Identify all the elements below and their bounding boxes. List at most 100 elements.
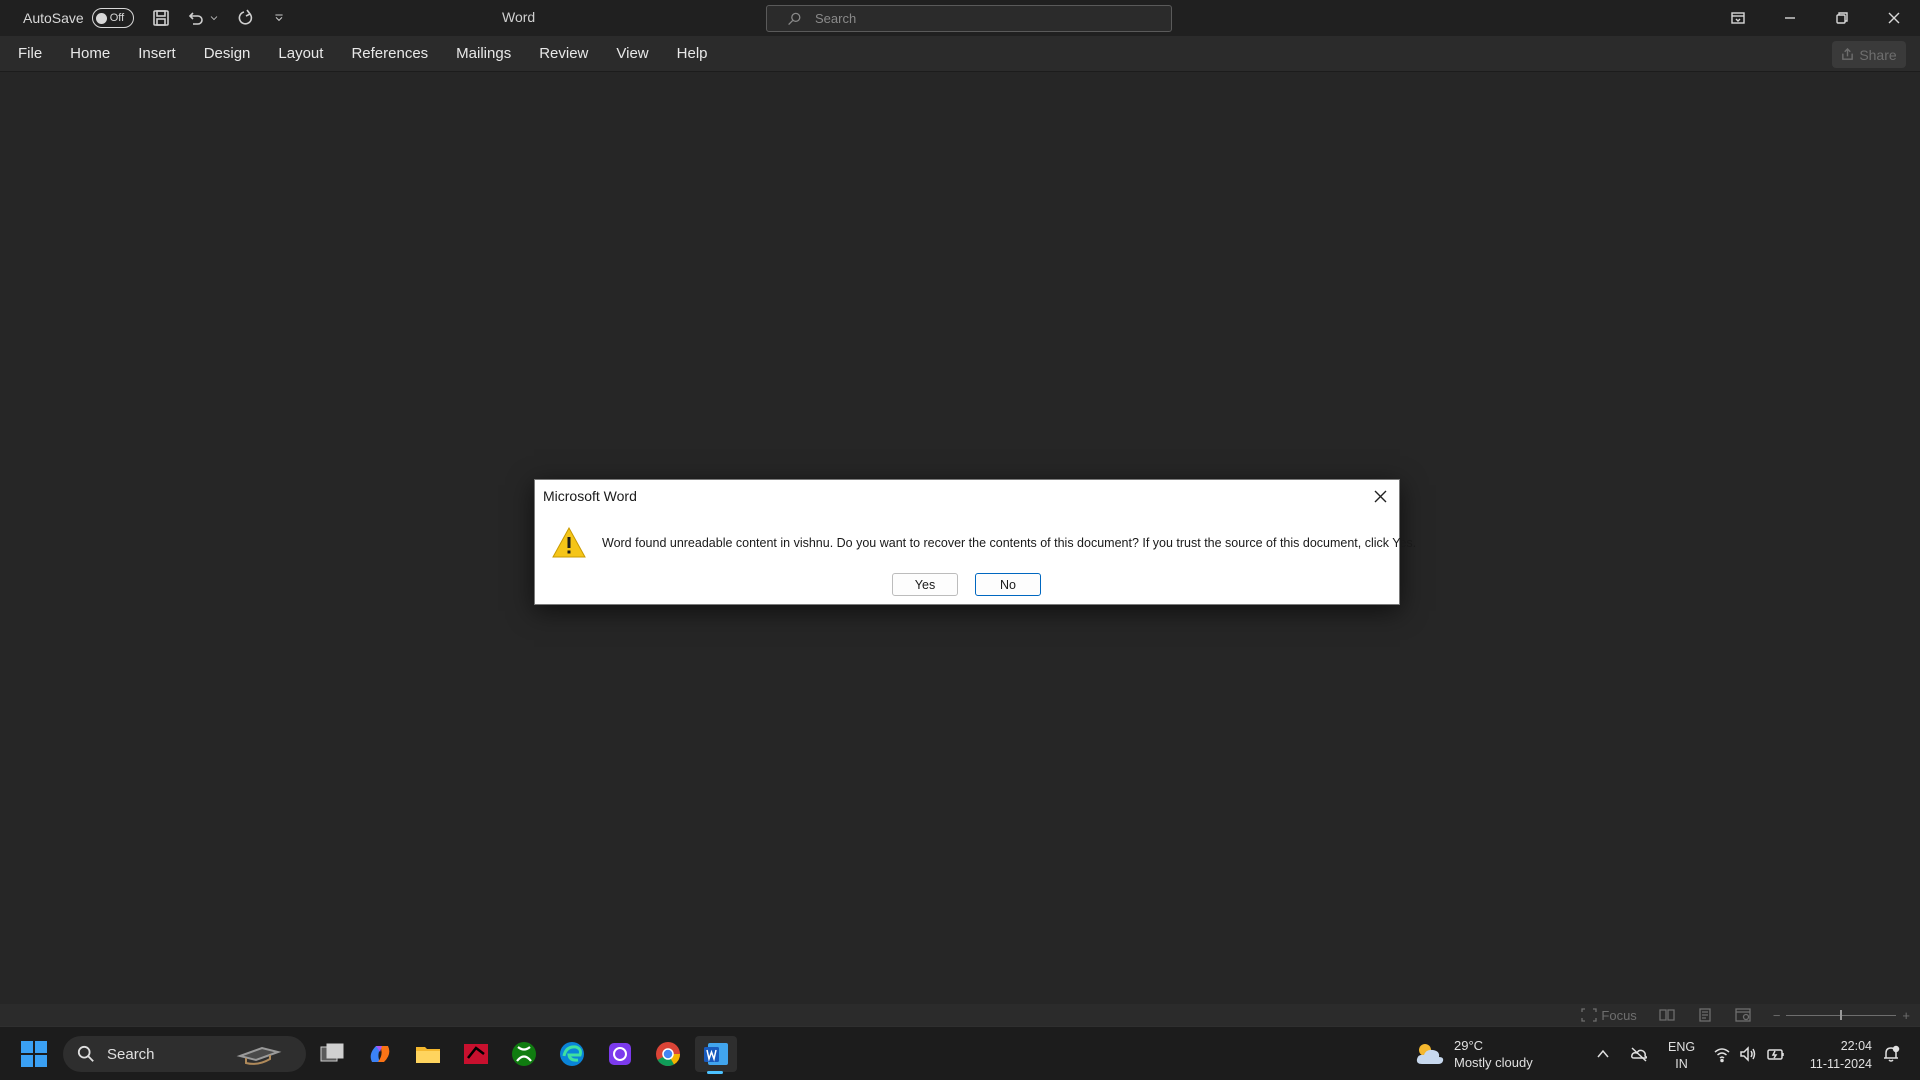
zoom-track[interactable] (1786, 1009, 1897, 1020)
language-indicator[interactable]: ENG IN (1668, 1039, 1695, 1073)
share-button[interactable]: Share (1832, 41, 1906, 68)
show-hidden-icons-button[interactable] (1592, 1043, 1614, 1065)
customize-icon (275, 14, 283, 22)
read-mode-button[interactable] (1659, 1008, 1675, 1022)
tab-home[interactable]: Home (56, 36, 124, 72)
copilot-icon (370, 1046, 390, 1062)
save-button[interactable] (148, 5, 174, 31)
volume-icon (1740, 1046, 1756, 1062)
yes-button[interactable]: Yes (892, 573, 958, 596)
restore-icon (1836, 12, 1848, 24)
onedrive-offline-icon (1631, 1047, 1648, 1062)
focus-icon (1581, 1008, 1598, 1022)
share-icon (1842, 48, 1854, 60)
zoom-out-icon[interactable]: − (1773, 1008, 1781, 1023)
tab-mailings[interactable]: Mailings (442, 36, 525, 72)
word-icon (704, 1043, 728, 1065)
tab-file[interactable]: File (0, 36, 56, 72)
task-view-button[interactable] (314, 1036, 350, 1072)
dialog-title: Microsoft Word (543, 488, 637, 504)
print-layout-button[interactable] (1697, 1008, 1713, 1022)
close-button[interactable] (1868, 0, 1920, 36)
chrome-button[interactable] (650, 1036, 686, 1072)
weather-widget[interactable]: 29°C Mostly cloudy (1414, 1037, 1533, 1071)
close-icon (1888, 12, 1900, 24)
share-label: Share (1859, 46, 1897, 63)
chrome-icon (656, 1042, 680, 1067)
chevron-up-icon (1597, 1049, 1609, 1058)
focus-button[interactable]: Focus (1581, 1007, 1637, 1023)
web-layout-button[interactable] (1735, 1008, 1751, 1022)
ribbon-display-options-button[interactable] (1712, 0, 1764, 36)
region-code: IN (1675, 1057, 1688, 1071)
red-app-icon (464, 1044, 488, 1064)
tab-view[interactable]: View (602, 36, 662, 72)
tab-help[interactable]: Help (663, 36, 722, 72)
autosave-state: Off (109, 12, 125, 24)
minimize-button[interactable] (1764, 0, 1816, 36)
tab-references[interactable]: References (337, 36, 442, 72)
notification-bell-icon (1884, 1045, 1900, 1062)
undo-dropdown[interactable] (208, 5, 220, 31)
weather-desc: Mostly cloudy (1454, 1055, 1533, 1070)
notifications-button[interactable] (1880, 1043, 1902, 1065)
search-placeholder: Search (815, 11, 857, 26)
title-bar: AutoSave Off Word Search (0, 0, 1920, 36)
search-icon (788, 12, 801, 25)
purple-app-icon (609, 1043, 631, 1065)
minimize-icon (1785, 17, 1795, 19)
save-icon (152, 10, 169, 26)
word-button[interactable] (695, 1036, 737, 1074)
dialog-close-button[interactable] (1369, 485, 1391, 507)
copilot-button[interactable] (362, 1036, 398, 1072)
dialog-message: Word found unreadable content in vishnu.… (602, 536, 1417, 550)
customize-quick-access-button[interactable] (266, 5, 292, 31)
system-clock[interactable]: 22:04 11-11-2024 (1800, 1037, 1872, 1073)
redo-button[interactable] (232, 5, 258, 31)
wifi-status[interactable] (1711, 1043, 1733, 1065)
no-button[interactable]: No (975, 573, 1041, 596)
clock-date: 11-11-2024 (1809, 1057, 1872, 1071)
recover-content-dialog: Microsoft Word Word found unreadable con… (534, 479, 1416, 605)
search-input[interactable]: Search (766, 5, 1172, 32)
ribbon-display-icon (1731, 12, 1745, 24)
battery-status[interactable] (1765, 1043, 1787, 1065)
taskbar-search[interactable]: Search (63, 1036, 306, 1072)
xbox-icon (512, 1042, 536, 1066)
clock-time: 22:04 (1840, 1039, 1872, 1053)
tab-design[interactable]: Design (190, 36, 265, 72)
xbox-button[interactable] (506, 1036, 542, 1072)
language-code: ENG (1668, 1040, 1696, 1054)
taskbar: Search 29°C Mostly cloudy ENG IN 22:04 1… (0, 1026, 1920, 1080)
autosave-control[interactable]: AutoSave Off (23, 8, 134, 28)
app-red-button[interactable] (458, 1036, 494, 1072)
zoom-thumb[interactable] (1840, 1009, 1843, 1020)
windows-start-icon[interactable] (20, 1040, 48, 1068)
focus-label: Focus (1601, 1007, 1637, 1023)
edge-button[interactable] (554, 1036, 590, 1072)
tab-insert[interactable]: Insert (124, 36, 190, 72)
redo-icon (238, 9, 252, 25)
ribbon-tabs: File Home Insert Design Layout Reference… (0, 36, 1920, 72)
task-view-icon (320, 1043, 344, 1062)
zoom-slider[interactable]: − + (1773, 1008, 1910, 1023)
undo-button[interactable] (182, 5, 208, 31)
close-icon (1374, 490, 1386, 502)
search-icon (77, 1045, 94, 1062)
autosave-toggle[interactable]: Off (91, 8, 134, 28)
status-bar: Focus − + (0, 1004, 1920, 1026)
cloudy-weather-icon (1416, 1044, 1444, 1064)
zoom-in-icon[interactable]: + (1902, 1008, 1910, 1023)
file-explorer-button[interactable] (410, 1036, 446, 1072)
print-layout-icon (1699, 1008, 1711, 1022)
restore-button[interactable] (1816, 0, 1868, 36)
tab-layout[interactable]: Layout (264, 36, 337, 72)
volume-control[interactable] (1737, 1043, 1759, 1065)
chevron-down-icon (210, 16, 218, 21)
app-purple-button[interactable] (602, 1036, 638, 1072)
edge-icon (560, 1042, 584, 1066)
tab-review[interactable]: Review (525, 36, 602, 72)
read-mode-icon (1659, 1009, 1675, 1021)
onedrive-status[interactable] (1628, 1043, 1650, 1065)
web-layout-icon (1735, 1008, 1751, 1022)
